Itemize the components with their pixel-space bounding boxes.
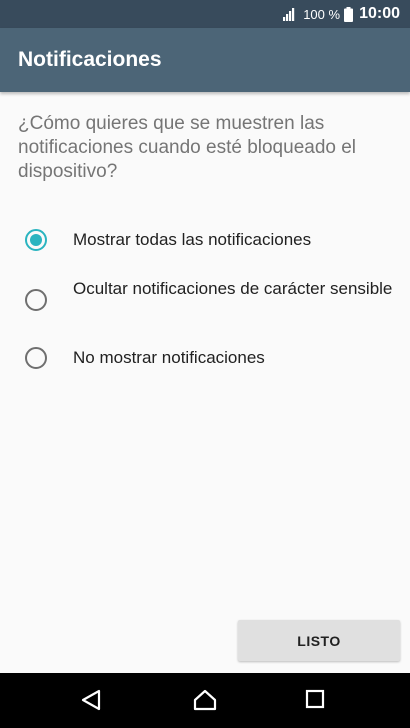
question-text: ¿Cómo quieres que se muestren las notifi… <box>18 113 357 182</box>
recents-square-icon[interactable] <box>305 689 325 714</box>
option-show-all[interactable]: Mostrar todas las notificaciones <box>0 220 410 260</box>
radio-button-selected[interactable] <box>25 229 47 251</box>
option-label: Ocultar notificaciones de carácter sensi… <box>73 279 393 298</box>
status-bar: 100 % 10:00 <box>0 0 410 28</box>
battery-percent: 100 % <box>303 6 341 22</box>
home-icon[interactable] <box>193 689 217 716</box>
cellular-signal-icon <box>283 7 297 21</box>
radio-button[interactable] <box>25 347 47 369</box>
radio-button[interactable] <box>25 289 47 311</box>
page-title: Notificaciones <box>18 48 162 71</box>
option-show-none[interactable]: No mostrar notificaciones <box>0 338 410 378</box>
done-button[interactable]: LISTO <box>238 620 400 661</box>
status-clock: 10:00 <box>359 5 400 22</box>
navigation-bar <box>0 673 410 728</box>
option-label: No mostrar notificaciones <box>73 348 265 367</box>
option-label: Mostrar todas las notificaciones <box>73 230 312 249</box>
back-triangle-icon[interactable] <box>80 689 102 716</box>
app-bar: Notificaciones <box>0 28 410 92</box>
option-hide-sensitive[interactable]: Ocultar notificaciones de carácter sensi… <box>0 276 410 324</box>
battery-full-icon <box>344 6 354 22</box>
